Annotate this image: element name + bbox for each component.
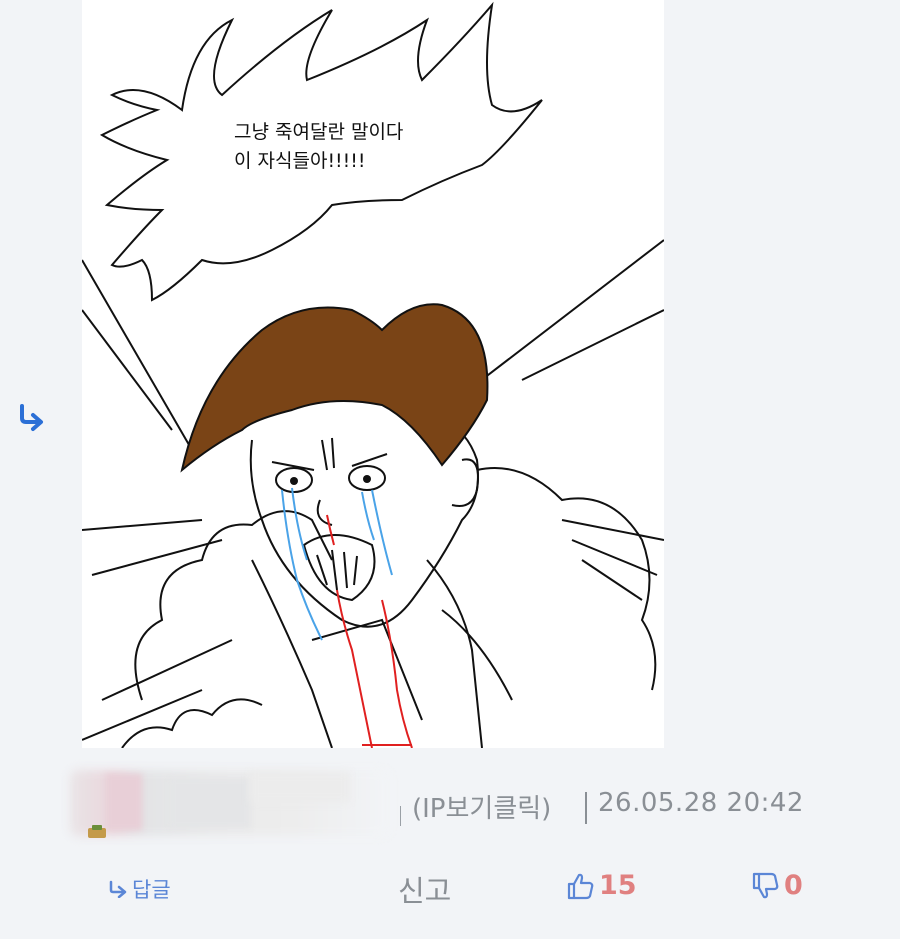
comment-meta: (IP보기클릭) 26.05.28 20:42 bbox=[70, 768, 870, 838]
speech-line-2: 이 자식들아!!!!! bbox=[234, 150, 366, 172]
hair-shape bbox=[180, 303, 489, 473]
drawing-illustration bbox=[82, 1, 664, 748]
reply-button[interactable]: 답글 bbox=[108, 874, 171, 904]
reply-indicator-icon bbox=[16, 402, 48, 432]
thumbs-up-icon bbox=[567, 873, 594, 899]
meta-separator bbox=[585, 792, 587, 824]
comment-actions: 답글 신고 15 0 bbox=[0, 862, 900, 918]
comment-image[interactable]: 그냥 죽여달란 말이다 이 자식들아!!!!! bbox=[82, 0, 664, 748]
like-count: 15 bbox=[599, 870, 637, 901]
like-button[interactable]: 15 bbox=[565, 870, 637, 901]
user-badge-icon bbox=[86, 824, 108, 840]
ip-view-link[interactable]: (IP보기클릭) bbox=[412, 788, 551, 825]
reply-small-arrow-icon bbox=[109, 880, 127, 898]
meta-separator bbox=[400, 806, 401, 826]
report-button[interactable]: 신고 bbox=[398, 868, 451, 910]
comment-datetime: 26.05.28 20:42 bbox=[598, 788, 804, 818]
speech-bubble-text: 그냥 죽여달란 말이다 이 자식들아!!!!! bbox=[234, 118, 403, 176]
speech-line-1: 그냥 죽여달란 말이다 bbox=[234, 121, 404, 143]
thumbs-down-icon bbox=[752, 872, 779, 898]
dislike-button[interactable]: 0 bbox=[750, 870, 803, 901]
reply-button-label: 답글 bbox=[132, 878, 171, 902]
dislike-count: 0 bbox=[784, 870, 803, 901]
